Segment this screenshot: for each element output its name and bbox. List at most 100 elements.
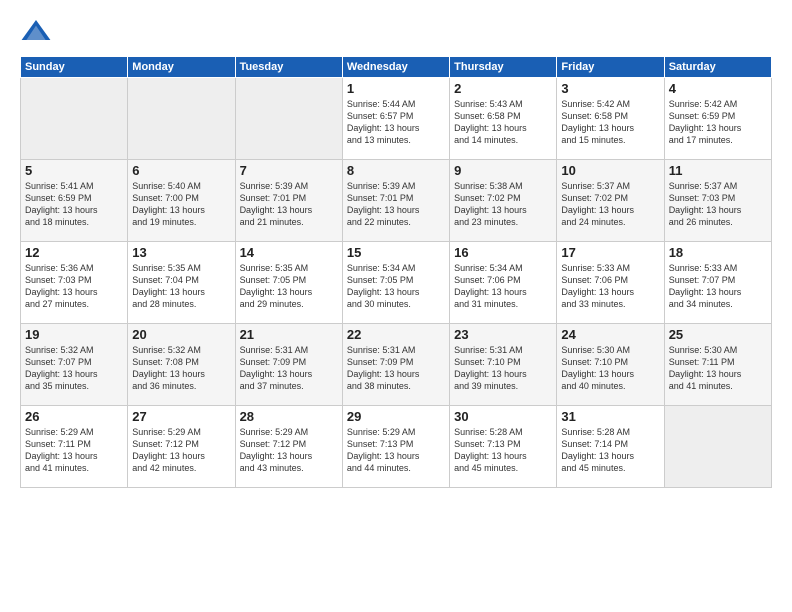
day-info: Sunrise: 5:29 AM Sunset: 7:11 PM Dayligh… xyxy=(25,426,123,475)
day-cell: 25Sunrise: 5:30 AM Sunset: 7:11 PM Dayli… xyxy=(664,324,771,406)
day-cell xyxy=(664,406,771,488)
day-cell: 23 Sunrise: 5:31 AM Sunset: 7:10 PM Dayli… xyxy=(450,324,557,406)
day-number: 28 xyxy=(240,409,338,424)
day-info: Sunrise: 5:29 AM Sunset: 7:12 PM Dayligh… xyxy=(132,426,230,475)
day-info: Sunrise: 5:41 AM Sunset: 6:59 PM Dayligh… xyxy=(25,180,123,229)
day-info: Sunrise: 5:30 AM Sunset: 7:11 PM Dayligh… xyxy=(669,344,767,393)
weekday-header-monday: Monday xyxy=(128,57,235,78)
day-number: 24 xyxy=(561,327,659,342)
day-info: Sunrise: 5:31 AM Sunset: 7:09 PM Dayligh… xyxy=(347,344,445,393)
day-info: Sunrise: 5:37 AM Sunset: 7:03 PM Dayligh… xyxy=(669,180,767,229)
day-number: 22 xyxy=(347,327,445,342)
day-info: Sunrise: 5:39 AM Sunset: 7:01 PM Dayligh… xyxy=(347,180,445,229)
day-number: 18 xyxy=(669,245,767,260)
day-cell: 1Sunrise: 5:44 AM Sunset: 6:57 PM Daylig… xyxy=(342,78,449,160)
day-number: 19 xyxy=(25,327,123,342)
day-number: 21 xyxy=(240,327,338,342)
day-cell: 31Sunrise: 5:28 AM Sunset: 7:14 PM Dayli… xyxy=(557,406,664,488)
day-info: Sunrise: 5:42 AM Sunset: 6:59 PM Dayligh… xyxy=(669,98,767,147)
logo-icon xyxy=(20,16,52,48)
day-number: 27 xyxy=(132,409,230,424)
day-number: 5 xyxy=(25,163,123,178)
week-row-3: 12Sunrise: 5:36 AM Sunset: 7:03 PM Dayli… xyxy=(21,242,772,324)
day-number: 23 xyxy=(454,327,552,342)
day-cell: 5 Sunrise: 5:41 AM Sunset: 6:59 PM Daylig… xyxy=(21,160,128,242)
day-number: 4 xyxy=(669,81,767,96)
weekday-header-row: SundayMondayTuesdayWednesdayThursdayFrid… xyxy=(21,57,772,78)
week-row-1: 1Sunrise: 5:44 AM Sunset: 6:57 PM Daylig… xyxy=(21,78,772,160)
day-cell: 20 Sunrise: 5:32 AM Sunset: 7:08 PM Dayli… xyxy=(128,324,235,406)
day-info: Sunrise: 5:43 AM Sunset: 6:58 PM Dayligh… xyxy=(454,98,552,147)
page: SundayMondayTuesdayWednesdayThursdayFrid… xyxy=(0,0,792,612)
day-cell: 14Sunrise: 5:35 AM Sunset: 7:05 PM Dayli… xyxy=(235,242,342,324)
weekday-header-wednesday: Wednesday xyxy=(342,57,449,78)
day-cell xyxy=(128,78,235,160)
day-cell: 2 Sunrise: 5:43 AM Sunset: 6:58 PM Daylig… xyxy=(450,78,557,160)
day-info: Sunrise: 5:39 AM Sunset: 7:01 PM Dayligh… xyxy=(240,180,338,229)
day-info: Sunrise: 5:42 AM Sunset: 6:58 PM Dayligh… xyxy=(561,98,659,147)
weekday-header-sunday: Sunday xyxy=(21,57,128,78)
day-info: Sunrise: 5:40 AM Sunset: 7:00 PM Dayligh… xyxy=(132,180,230,229)
day-cell: 17 Sunrise: 5:33 AM Sunset: 7:06 PM Dayli… xyxy=(557,242,664,324)
day-number: 17 xyxy=(561,245,659,260)
day-cell: 24 Sunrise: 5:30 AM Sunset: 7:10 PM Dayli… xyxy=(557,324,664,406)
day-cell: 6 Sunrise: 5:40 AM Sunset: 7:00 PM Daylig… xyxy=(128,160,235,242)
day-info: Sunrise: 5:33 AM Sunset: 7:07 PM Dayligh… xyxy=(669,262,767,311)
day-cell: 18 Sunrise: 5:33 AM Sunset: 7:07 PM Dayli… xyxy=(664,242,771,324)
day-cell: 30 Sunrise: 5:28 AM Sunset: 7:13 PM Dayli… xyxy=(450,406,557,488)
day-number: 26 xyxy=(25,409,123,424)
day-cell: 27 Sunrise: 5:29 AM Sunset: 7:12 PM Dayli… xyxy=(128,406,235,488)
header xyxy=(20,16,772,48)
day-number: 16 xyxy=(454,245,552,260)
day-cell: 21 Sunrise: 5:31 AM Sunset: 7:09 PM Dayli… xyxy=(235,324,342,406)
day-cell xyxy=(21,78,128,160)
day-number: 7 xyxy=(240,163,338,178)
day-number: 11 xyxy=(669,163,767,178)
day-number: 8 xyxy=(347,163,445,178)
day-number: 15 xyxy=(347,245,445,260)
day-number: 30 xyxy=(454,409,552,424)
day-number: 6 xyxy=(132,163,230,178)
day-cell: 16 Sunrise: 5:34 AM Sunset: 7:06 PM Dayli… xyxy=(450,242,557,324)
day-number: 9 xyxy=(454,163,552,178)
day-cell: 8 Sunrise: 5:39 AM Sunset: 7:01 PM Daylig… xyxy=(342,160,449,242)
day-info: Sunrise: 5:35 AM Sunset: 7:05 PM Dayligh… xyxy=(240,262,338,311)
day-number: 10 xyxy=(561,163,659,178)
day-number: 2 xyxy=(454,81,552,96)
day-info: Sunrise: 5:31 AM Sunset: 7:10 PM Dayligh… xyxy=(454,344,552,393)
day-info: Sunrise: 5:33 AM Sunset: 7:06 PM Dayligh… xyxy=(561,262,659,311)
day-info: Sunrise: 5:31 AM Sunset: 7:09 PM Dayligh… xyxy=(240,344,338,393)
day-info: Sunrise: 5:44 AM Sunset: 6:57 PM Dayligh… xyxy=(347,98,445,147)
day-info: Sunrise: 5:29 AM Sunset: 7:13 PM Dayligh… xyxy=(347,426,445,475)
day-cell: 13 Sunrise: 5:35 AM Sunset: 7:04 PM Dayli… xyxy=(128,242,235,324)
day-info: Sunrise: 5:30 AM Sunset: 7:10 PM Dayligh… xyxy=(561,344,659,393)
day-cell: 19Sunrise: 5:32 AM Sunset: 7:07 PM Dayli… xyxy=(21,324,128,406)
logo xyxy=(20,16,56,48)
day-info: Sunrise: 5:35 AM Sunset: 7:04 PM Dayligh… xyxy=(132,262,230,311)
day-cell: 4 Sunrise: 5:42 AM Sunset: 6:59 PM Daylig… xyxy=(664,78,771,160)
day-info: Sunrise: 5:29 AM Sunset: 7:12 PM Dayligh… xyxy=(240,426,338,475)
day-number: 13 xyxy=(132,245,230,260)
day-cell xyxy=(235,78,342,160)
day-cell: 26 Sunrise: 5:29 AM Sunset: 7:11 PM Dayli… xyxy=(21,406,128,488)
day-number: 3 xyxy=(561,81,659,96)
day-cell: 29Sunrise: 5:29 AM Sunset: 7:13 PM Dayli… xyxy=(342,406,449,488)
calendar-table: SundayMondayTuesdayWednesdayThursdayFrid… xyxy=(20,56,772,488)
day-info: Sunrise: 5:34 AM Sunset: 7:06 PM Dayligh… xyxy=(454,262,552,311)
day-cell: 28 Sunrise: 5:29 AM Sunset: 7:12 PM Dayli… xyxy=(235,406,342,488)
day-info: Sunrise: 5:36 AM Sunset: 7:03 PM Dayligh… xyxy=(25,262,123,311)
day-info: Sunrise: 5:37 AM Sunset: 7:02 PM Dayligh… xyxy=(561,180,659,229)
day-info: Sunrise: 5:32 AM Sunset: 7:08 PM Dayligh… xyxy=(132,344,230,393)
weekday-header-friday: Friday xyxy=(557,57,664,78)
day-number: 20 xyxy=(132,327,230,342)
day-cell: 11 Sunrise: 5:37 AM Sunset: 7:03 PM Dayli… xyxy=(664,160,771,242)
day-cell: 7 Sunrise: 5:39 AM Sunset: 7:01 PM Daylig… xyxy=(235,160,342,242)
weekday-header-saturday: Saturday xyxy=(664,57,771,78)
day-cell: 15 Sunrise: 5:34 AM Sunset: 7:05 PM Dayli… xyxy=(342,242,449,324)
day-cell: 3 Sunrise: 5:42 AM Sunset: 6:58 PM Daylig… xyxy=(557,78,664,160)
day-info: Sunrise: 5:34 AM Sunset: 7:05 PM Dayligh… xyxy=(347,262,445,311)
week-row-5: 26 Sunrise: 5:29 AM Sunset: 7:11 PM Dayli… xyxy=(21,406,772,488)
weekday-header-tuesday: Tuesday xyxy=(235,57,342,78)
day-info: Sunrise: 5:28 AM Sunset: 7:13 PM Dayligh… xyxy=(454,426,552,475)
day-cell: 9Sunrise: 5:38 AM Sunset: 7:02 PM Daylig… xyxy=(450,160,557,242)
